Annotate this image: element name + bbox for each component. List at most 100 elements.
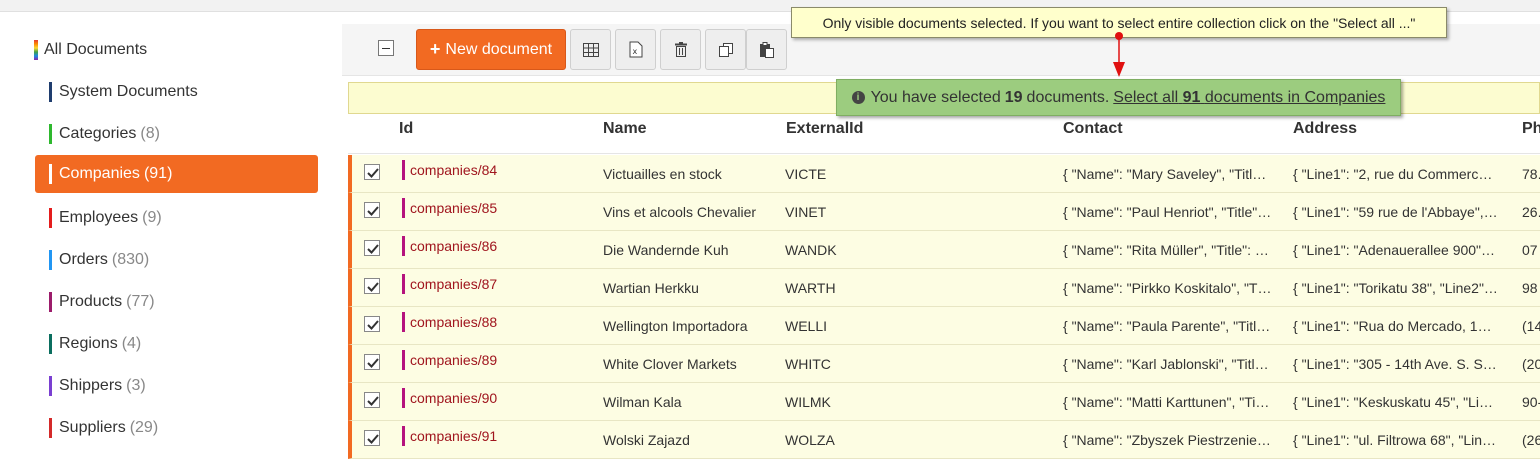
table-row[interactable]: companies/86 Die Wandernde Kuh WANDK { "Nam… xyxy=(348,231,1540,269)
document-id-link[interactable]: companies/89 xyxy=(410,352,497,368)
cell-contact: { "Name": "Zbyszek Piestrzenie… xyxy=(1063,432,1271,448)
collection-color-marker xyxy=(402,198,405,218)
collection-color-marker xyxy=(402,274,405,294)
column-header-phone[interactable]: Ph xyxy=(1522,120,1540,138)
cell-id: companies/90 xyxy=(402,379,497,417)
select-all-link-suffix: documents in Companies xyxy=(1204,88,1386,106)
cell-phone: 26. xyxy=(1522,204,1540,220)
cell-address: { "Line1": "Torikatu 38", "Line2"… xyxy=(1293,280,1498,296)
collection-color-marker xyxy=(402,426,405,446)
cell-externalid: WARTH xyxy=(785,280,836,296)
document-id-link[interactable]: companies/87 xyxy=(410,276,497,292)
sidebar-item-label: All Documents xyxy=(44,41,148,58)
selection-notice: i You have selected 19 documents. Select… xyxy=(836,79,1401,116)
collection-color-marker xyxy=(49,124,52,144)
cell-id: companies/87 xyxy=(402,265,497,303)
row-checkbox[interactable] xyxy=(364,430,380,446)
select-all-checkbox[interactable] xyxy=(378,40,394,56)
column-header-contact[interactable]: Contact xyxy=(1063,120,1123,138)
sidebar-item-suppliers[interactable]: Suppliers (29) xyxy=(49,409,158,447)
collection-color-marker xyxy=(402,236,405,256)
document-id-link[interactable]: companies/84 xyxy=(410,162,497,178)
new-document-button[interactable]: + New document xyxy=(416,29,566,70)
column-header-id[interactable]: Id xyxy=(399,120,413,138)
cell-phone: (20 xyxy=(1522,356,1540,372)
table-row[interactable]: companies/91 Wolski Zajazd WOLZA { "Name": … xyxy=(348,421,1540,459)
cell-id: companies/84 xyxy=(402,151,497,189)
sidebar-item-label: Companies xyxy=(59,165,140,182)
tooltip-text: Only visible documents selected. If you … xyxy=(822,14,1416,31)
collection-color-marker xyxy=(49,208,52,228)
column-header-name[interactable]: Name xyxy=(603,120,647,138)
column-header-address[interactable]: Address xyxy=(1293,120,1357,138)
select-all-link[interactable]: Select all 91 documents in Companies xyxy=(1113,89,1385,107)
checkmark-icon xyxy=(367,320,379,330)
table-row[interactable]: companies/89 White Clover Markets WHITC { "… xyxy=(348,345,1540,383)
cell-address: { "Line1": "Rua do Mercado, 1… xyxy=(1293,318,1492,334)
checkmark-icon xyxy=(367,396,379,406)
cell-address: { "Line1": "Keskuskatu 45", "Li… xyxy=(1293,394,1493,410)
table-icon xyxy=(582,42,599,57)
header-divider xyxy=(348,153,1540,154)
table-row[interactable]: companies/85 Vins et alcools Chevalier VIN… xyxy=(348,193,1540,231)
table-row[interactable]: companies/87 Wartian Herkku WARTH { "Name":… xyxy=(348,269,1540,307)
cell-name: White Clover Markets xyxy=(603,356,737,372)
column-header-externalid[interactable]: ExternalId xyxy=(786,120,863,138)
document-id-link[interactable]: companies/88 xyxy=(410,314,497,330)
cell-name: Victuailles en stock xyxy=(603,166,722,182)
export-excel-button[interactable]: x xyxy=(615,29,656,70)
row-checkbox[interactable] xyxy=(364,316,380,332)
sidebar-item-shippers[interactable]: Shippers (3) xyxy=(49,367,146,405)
row-checkbox[interactable] xyxy=(364,392,380,408)
selected-count: 19 xyxy=(1004,88,1023,106)
table-row[interactable]: companies/88 Wellington Importadora WELLI {… xyxy=(348,307,1540,345)
collection-color-marker xyxy=(49,250,52,270)
sidebar-item-label: Orders xyxy=(59,251,108,268)
sidebar-item-all-documents[interactable]: All Documents xyxy=(34,31,147,69)
sidebar-item-orders[interactable]: Orders (830) xyxy=(49,241,149,279)
sidebar-item-label: System Documents xyxy=(59,83,198,100)
cell-contact: { "Name": "Paul Henriot", "Title"… xyxy=(1063,204,1272,220)
sidebar-item-companies[interactable]: Companies (91) xyxy=(35,155,318,193)
sidebar-item-count: (8) xyxy=(140,125,160,142)
cell-contact: { "Name": "Mary Saveley", "Titl… xyxy=(1063,166,1267,182)
document-id-link[interactable]: companies/86 xyxy=(410,238,497,254)
checkmark-icon xyxy=(367,206,379,216)
row-checkbox[interactable] xyxy=(364,240,380,256)
document-id-link[interactable]: companies/90 xyxy=(410,390,497,406)
cell-id: companies/85 xyxy=(402,189,497,227)
sidebar-item-label: Suppliers xyxy=(59,419,126,436)
cell-address: { "Line1": "59 rue de l'Abbaye",… xyxy=(1293,204,1498,220)
collection-color-marker xyxy=(402,312,405,332)
sidebar-item-regions[interactable]: Regions (4) xyxy=(49,325,141,363)
document-id-link[interactable]: companies/85 xyxy=(410,200,497,216)
sidebar-item-employees[interactable]: Employees (9) xyxy=(49,199,162,237)
copy-button[interactable] xyxy=(705,29,746,70)
sidebar-item-system-documents[interactable]: System Documents xyxy=(49,73,202,111)
selection-prefix: You have selected xyxy=(870,88,1001,106)
delete-button[interactable] xyxy=(660,29,701,70)
row-checkbox[interactable] xyxy=(364,202,380,218)
paste-button[interactable] xyxy=(746,29,787,70)
sidebar-item-categories[interactable]: Categories (8) xyxy=(49,115,160,153)
cell-externalid: WHITC xyxy=(785,356,831,372)
copy-icon xyxy=(718,42,733,57)
trash-icon xyxy=(674,42,687,57)
svg-text:x: x xyxy=(632,47,637,56)
cell-phone: (14 xyxy=(1522,318,1540,334)
table-view-button[interactable] xyxy=(570,29,611,70)
tooltip-arrow-icon xyxy=(1113,32,1125,77)
cell-contact: { "Name": "Rita Müller", "Title": … xyxy=(1063,242,1269,258)
paste-icon xyxy=(759,41,774,58)
document-id-link[interactable]: companies/91 xyxy=(410,428,497,444)
cell-address: { "Line1": "ul. Filtrowa 68", "Lin… xyxy=(1293,432,1497,448)
table-row[interactable]: companies/90 Wilman Kala WILMK { "Name": "M… xyxy=(348,383,1540,421)
sidebar-item-count: (77) xyxy=(126,293,155,310)
sidebar-item-products[interactable]: Products (77) xyxy=(49,283,155,321)
cell-phone: 07 xyxy=(1522,242,1538,258)
table-row[interactable]: companies/84 Victuailles en stock VICTE { "… xyxy=(348,155,1540,193)
cell-phone: 78. xyxy=(1522,166,1540,182)
row-checkbox[interactable] xyxy=(364,164,380,180)
row-checkbox[interactable] xyxy=(364,354,380,370)
row-checkbox[interactable] xyxy=(364,278,380,294)
